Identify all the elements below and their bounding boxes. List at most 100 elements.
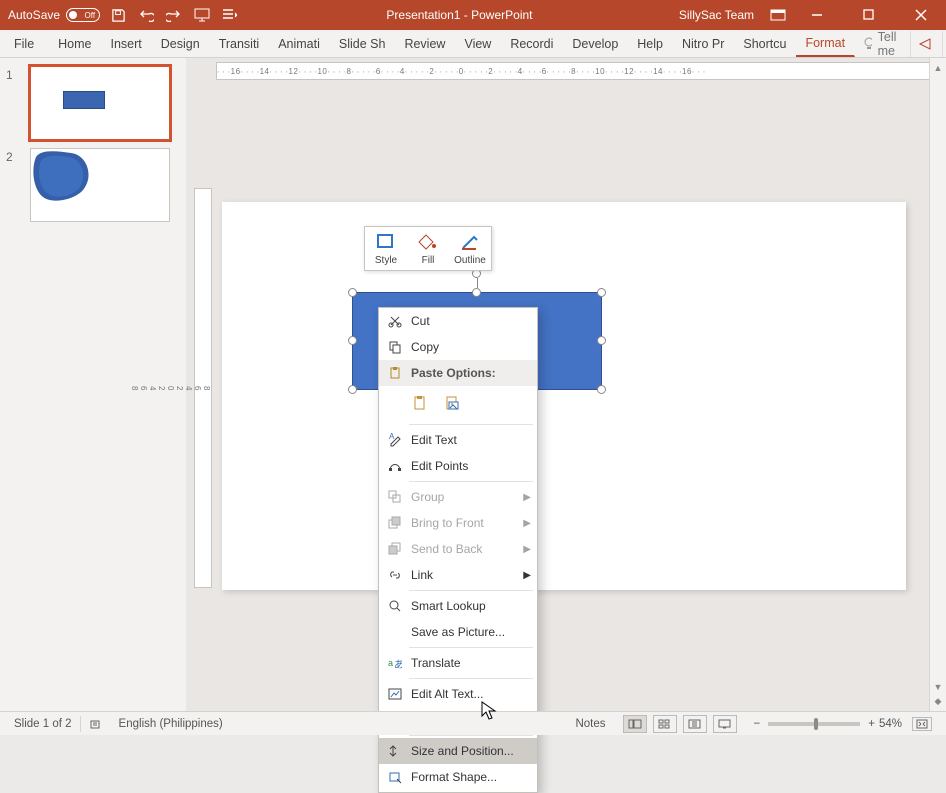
resize-handle[interactable] bbox=[597, 336, 606, 345]
ctx-translate[interactable]: aあ Translate bbox=[379, 650, 537, 676]
svg-text:a: a bbox=[388, 658, 393, 668]
paste-keep-formatting-button[interactable] bbox=[409, 392, 433, 416]
list-icon[interactable] bbox=[220, 5, 240, 25]
tab-file[interactable]: File bbox=[0, 30, 49, 57]
fit-to-window-button[interactable] bbox=[912, 717, 932, 731]
ctx-label: Link bbox=[411, 568, 433, 582]
ctx-format-shape[interactable]: Format Shape... bbox=[379, 764, 537, 790]
paste-options-row bbox=[379, 386, 537, 422]
ctx-smart-lookup[interactable]: Smart Lookup bbox=[379, 593, 537, 619]
title-bar: AutoSave Off Presentation1 - PowerPoint … bbox=[0, 0, 946, 30]
resize-handle[interactable] bbox=[472, 288, 481, 297]
zoom-in-button[interactable]: + bbox=[868, 718, 875, 730]
tell-me-search[interactable]: Tell me bbox=[855, 30, 910, 57]
view-reading-button[interactable] bbox=[683, 715, 707, 733]
tab-slideshow[interactable]: Slide Sh bbox=[330, 30, 396, 57]
zoom-slider[interactable] bbox=[768, 722, 860, 726]
ctx-edit-text[interactable]: A Edit Text bbox=[379, 427, 537, 453]
resize-handle[interactable] bbox=[597, 288, 606, 297]
paste-picture-button[interactable] bbox=[441, 392, 465, 416]
autosave-switch[interactable]: Off bbox=[66, 8, 100, 22]
thumb-number: 1 bbox=[6, 66, 22, 140]
tab-design[interactable]: Design bbox=[152, 30, 210, 57]
ctx-cut[interactable]: Cut bbox=[379, 308, 537, 334]
scroll-down-button[interactable]: ▼ bbox=[931, 679, 946, 694]
scroll-split-button[interactable]: ◆ bbox=[931, 694, 946, 709]
tab-shortcut[interactable]: Shortcu bbox=[734, 30, 796, 57]
tab-recording[interactable]: Recordi bbox=[501, 30, 563, 57]
close-button[interactable] bbox=[898, 0, 944, 30]
tab-view[interactable]: View bbox=[455, 30, 501, 57]
slide-thumbnail-1[interactable] bbox=[30, 66, 170, 140]
status-language[interactable]: English (Philippines) bbox=[111, 718, 231, 730]
view-slideshow-button[interactable] bbox=[713, 715, 737, 733]
ctx-edit-alt-text[interactable]: Edit Alt Text... bbox=[379, 681, 537, 707]
maximize-button[interactable] bbox=[846, 0, 892, 30]
submenu-arrow-icon: ▶ bbox=[523, 492, 531, 503]
display-options-icon[interactable] bbox=[768, 5, 788, 25]
ctx-label: Save as Picture... bbox=[411, 625, 505, 639]
status-bar: Slide 1 of 2 English (Philippines) Notes… bbox=[0, 711, 946, 735]
slide-thumbnails-panel[interactable]: 1 2 bbox=[0, 58, 186, 711]
vertical-ruler: 864202468 bbox=[194, 188, 212, 588]
ctx-copy[interactable]: Copy bbox=[379, 334, 537, 360]
ctx-edit-points[interactable]: Edit Points bbox=[379, 453, 537, 479]
slide-edit-area[interactable]: ∙ ∙ ∙16∙ ∙ ∙ ∙14∙ ∙ ∙ ∙12∙ ∙ ∙ ∙10∙ ∙ ∙ … bbox=[186, 58, 946, 711]
fill-icon bbox=[417, 231, 439, 253]
ctx-label: Paste Options: bbox=[411, 366, 496, 380]
slideshow-icon[interactable] bbox=[192, 5, 212, 25]
ctx-label: Cut bbox=[411, 314, 430, 328]
ctx-size-and-position[interactable]: Size and Position... bbox=[379, 738, 537, 764]
resize-handle[interactable] bbox=[348, 336, 357, 345]
notes-button[interactable]: Notes bbox=[567, 718, 613, 730]
tab-nitropro[interactable]: Nitro Pr bbox=[673, 30, 734, 57]
tab-animations[interactable]: Animati bbox=[269, 30, 330, 57]
redo-icon[interactable] bbox=[164, 5, 184, 25]
submenu-arrow-icon: ▶ bbox=[523, 544, 531, 555]
resize-handle[interactable] bbox=[348, 288, 357, 297]
tab-help[interactable]: Help bbox=[628, 30, 673, 57]
mini-fill-button[interactable]: Fill bbox=[407, 227, 449, 270]
resize-handle[interactable] bbox=[348, 385, 357, 394]
mini-fill-label: Fill bbox=[422, 255, 435, 266]
tell-me-label: Tell me bbox=[878, 30, 902, 58]
resize-handle[interactable] bbox=[597, 385, 606, 394]
ctx-save-as-picture[interactable]: Save as Picture... bbox=[379, 619, 537, 645]
ctx-link[interactable]: Link ▶ bbox=[379, 562, 537, 588]
tab-format[interactable]: Format bbox=[796, 30, 855, 57]
alt-text-icon bbox=[385, 685, 405, 703]
share-button[interactable] bbox=[910, 31, 942, 57]
tab-developer[interactable]: Develop bbox=[563, 30, 628, 57]
view-normal-button[interactable] bbox=[623, 715, 647, 733]
zoom-level[interactable]: 54% bbox=[879, 718, 902, 730]
view-sorter-button[interactable] bbox=[653, 715, 677, 733]
paste-icon bbox=[385, 364, 405, 382]
thumb-number: 2 bbox=[6, 148, 22, 222]
accessibility-icon bbox=[89, 717, 103, 731]
slide-thumbnail-2[interactable] bbox=[30, 148, 170, 222]
user-name[interactable]: SillySac Team bbox=[679, 8, 762, 22]
undo-icon[interactable] bbox=[136, 5, 156, 25]
slide-canvas[interactable] bbox=[222, 202, 906, 590]
autosave-toggle[interactable]: AutoSave Off bbox=[8, 8, 100, 22]
accessibility-button[interactable] bbox=[80, 716, 111, 732]
vertical-scrollbar[interactable]: ▲ ▼ ◆ bbox=[929, 58, 946, 711]
tab-transitions[interactable]: Transiti bbox=[210, 30, 270, 57]
tab-home[interactable]: Home bbox=[49, 30, 101, 57]
mini-outline-button[interactable]: Outline bbox=[449, 227, 491, 270]
minimize-button[interactable] bbox=[794, 0, 840, 30]
tab-insert[interactable]: Insert bbox=[102, 30, 152, 57]
ctx-label: Size and Position... bbox=[411, 744, 514, 758]
document-title: Presentation1 - PowerPoint bbox=[240, 8, 679, 22]
comments-button[interactable] bbox=[942, 31, 946, 57]
tab-review[interactable]: Review bbox=[395, 30, 455, 57]
ctx-label: Translate bbox=[411, 656, 461, 670]
status-slide-count[interactable]: Slide 1 of 2 bbox=[6, 718, 80, 730]
save-icon[interactable] bbox=[108, 5, 128, 25]
search-icon bbox=[385, 597, 405, 615]
scroll-up-button[interactable]: ▲ bbox=[931, 60, 946, 75]
zoom-out-button[interactable]: − bbox=[754, 718, 761, 730]
ctx-label: Group bbox=[411, 490, 444, 504]
mini-style-button[interactable]: Style bbox=[365, 227, 407, 270]
group-icon bbox=[385, 488, 405, 506]
